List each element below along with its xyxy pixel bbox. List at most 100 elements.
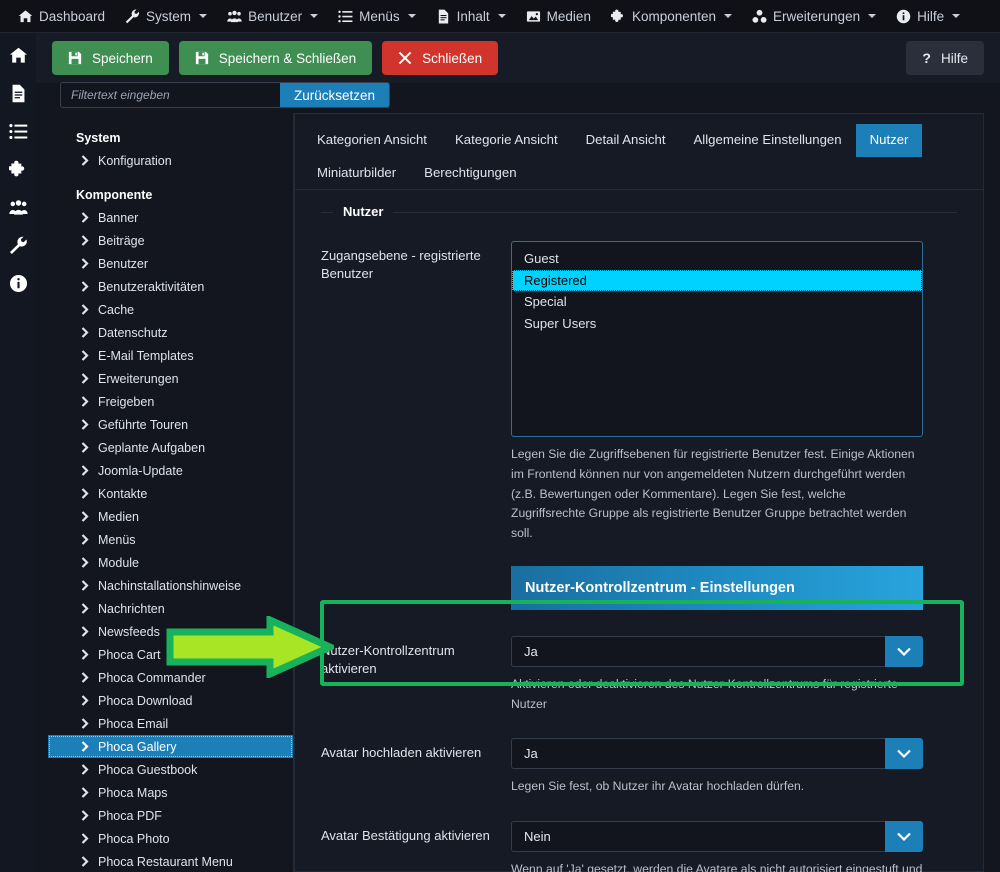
tree-item-label: Datenschutz — [98, 325, 168, 340]
select-value[interactable]: Ja — [511, 635, 885, 667]
chevron-down-icon[interactable] — [885, 635, 923, 667]
top-menu-item-hilfe[interactable]: Hilfe — [886, 0, 970, 33]
top-menu-item-erweiterungen[interactable]: Erweiterungen — [742, 0, 886, 33]
tree-item-phoca-maps[interactable]: Phoca Maps — [48, 781, 293, 804]
top-menu-item-benutzer[interactable]: Benutzer — [217, 0, 328, 33]
tree-item-label: Joomla-Update — [98, 463, 183, 478]
tree-item-benutzeraktivitaeten[interactable]: Benutzeraktivitäten — [48, 275, 293, 298]
tree-item-joomla-update[interactable]: Joomla-Update — [48, 459, 293, 482]
top-menu-item-system[interactable]: System — [115, 0, 217, 33]
tree-item-module[interactable]: Module — [48, 551, 293, 574]
chevron-down-icon — [199, 14, 208, 18]
tab-berechtigungen[interactable]: Berechtigungen — [410, 157, 530, 190]
tree-item-label: Phoca Email — [98, 716, 169, 731]
section-divider: Nutzer — [321, 204, 957, 220]
save-and-close-button[interactable]: Speichern & Schließen — [178, 41, 373, 75]
tree-item-phoca-email[interactable]: Phoca Email — [48, 712, 293, 735]
tab-kategorien-ansicht[interactable]: Kategorien Ansicht — [303, 124, 441, 157]
help-button[interactable]: ? Hilfe — [906, 41, 984, 75]
listbox-option-selected[interactable]: Registered — [512, 269, 922, 292]
avatar-upload-select[interactable]: Ja — [511, 738, 923, 770]
select-value[interactable]: Nein — [511, 821, 885, 853]
top-menu-item-medien[interactable]: Medien — [516, 0, 601, 33]
tree-item-phoca-gallery[interactable]: Phoca Gallery — [48, 735, 293, 758]
extensions-icon — [752, 9, 767, 24]
tree-item-beitraege[interactable]: Beiträge — [48, 229, 293, 252]
tree-item-newsfeeds[interactable]: Newsfeeds — [48, 620, 293, 643]
rail-menus-button[interactable] — [6, 119, 30, 143]
chevron-down-icon — [310, 14, 319, 18]
listbox-option[interactable]: Super Users — [512, 313, 922, 335]
tree-item-nachinstallationshinweise[interactable]: Nachinstallationshinweise — [48, 574, 293, 597]
tree-item-phoca-commander[interactable]: Phoca Commander — [48, 666, 293, 689]
top-menu-item-dashboard[interactable]: Dashboard — [8, 0, 115, 33]
rail-components-button[interactable] — [6, 157, 30, 181]
rail-help-button[interactable] — [6, 271, 30, 295]
chevron-right-icon — [81, 810, 89, 821]
avatar-approve-select[interactable]: Nein — [511, 821, 923, 853]
tree-item-phoca-guestbook[interactable]: Phoca Guestbook — [48, 758, 293, 781]
tree-item-phoca-photo[interactable]: Phoca Photo — [48, 827, 293, 850]
tree-item-label: Phoca Guestbook — [98, 762, 198, 777]
tree-item-menues[interactable]: Menüs — [48, 528, 293, 551]
filter-input[interactable] — [61, 83, 280, 107]
tree-item-nachrichten[interactable]: Nachrichten — [48, 597, 293, 620]
tree-item-geplante-aufgaben[interactable]: Geplante Aufgaben — [48, 436, 293, 459]
chevron-right-icon — [81, 465, 89, 476]
rail-system-button[interactable] — [6, 233, 30, 257]
tree-item-label: Kontakte — [98, 486, 148, 501]
chevron-right-icon — [81, 534, 89, 545]
tab-kategorie-ansicht[interactable]: Kategorie Ansicht — [441, 124, 572, 157]
action-toolbar: Speichern Speichern & Schließen Schließe… — [36, 33, 1000, 83]
top-menu-item-inhalt[interactable]: Inhalt — [426, 0, 516, 33]
listbox-option[interactable]: Special — [512, 291, 922, 313]
rail-content-button[interactable] — [6, 81, 30, 105]
rail-users-button[interactable] — [6, 195, 30, 219]
tree-item-phoca-restaurant-menu[interactable]: Phoca Restaurant Menu — [48, 850, 293, 872]
chevron-right-icon — [81, 155, 89, 166]
select-value[interactable]: Ja — [511, 738, 885, 770]
tree-item-phoca-download[interactable]: Phoca Download — [48, 689, 293, 712]
access-level-listbox[interactable]: Guest Registered Special Super Users — [511, 241, 923, 438]
tree-item-banner[interactable]: Banner — [48, 206, 293, 229]
chevron-down-icon[interactable] — [885, 821, 923, 853]
listbox-option[interactable]: Guest — [512, 248, 922, 270]
question-mark-icon: ? — [922, 50, 931, 66]
control-center-enable-select[interactable]: Ja — [511, 635, 923, 667]
rail-home-button[interactable] — [6, 43, 30, 67]
field-label: Avatar Bestätigung aktivieren — [321, 828, 490, 844]
filter-reset-button[interactable]: Zurücksetzen — [279, 83, 389, 107]
tree-item-datenschutz[interactable]: Datenschutz — [48, 321, 293, 344]
top-menu-label: System — [146, 8, 192, 24]
chevron-right-icon — [81, 212, 89, 223]
settings-tree-sidebar[interactable]: System Konfiguration Komponente Banner B… — [48, 113, 294, 872]
top-menu-item-komponenten[interactable]: Komponenten — [601, 0, 742, 33]
field-avatar-upload-enable: Avatar hochladen aktivieren Ja Legen Sie… — [321, 738, 957, 797]
tab-nutzer[interactable]: Nutzer — [855, 124, 923, 157]
chevron-down-icon[interactable] — [885, 738, 923, 770]
tab-miniaturbilder[interactable]: Miniaturbilder — [303, 157, 410, 190]
tab-detail-ansicht[interactable]: Detail Ansicht — [572, 124, 680, 157]
tree-item-gefuehrte-touren[interactable]: Geführte Touren — [48, 413, 293, 436]
top-menu-item-menus[interactable]: Menüs — [328, 0, 426, 33]
chevron-right-icon — [81, 557, 89, 568]
close-button[interactable]: Schließen — [382, 41, 499, 75]
tab-allgemeine-einstellungen[interactable]: Allgemeine Einstellungen — [680, 124, 856, 157]
tree-item-kontakte[interactable]: Kontakte — [48, 482, 293, 505]
tree-item-phoca-cart[interactable]: Phoca Cart — [48, 643, 293, 666]
save-button[interactable]: Speichern — [52, 41, 169, 75]
tree-item-label: Menüs — [98, 532, 136, 547]
tree-item-erweiterungen[interactable]: Erweiterungen — [48, 367, 293, 390]
tree-item-konfiguration[interactable]: Konfiguration — [48, 149, 293, 172]
tree-item-benutzer[interactable]: Benutzer — [48, 252, 293, 275]
tree-item-email-templates[interactable]: E-Mail Templates — [48, 344, 293, 367]
tree-item-phoca-pdf[interactable]: Phoca PDF — [48, 804, 293, 827]
tree-item-label: Erweiterungen — [98, 371, 179, 386]
tree-item-label: Phoca Restaurant Menu — [98, 854, 233, 869]
tree-item-freigeben[interactable]: Freigeben — [48, 390, 293, 413]
tree-item-label: Nachinstallationshinweise — [98, 578, 242, 593]
tree-item-medien[interactable]: Medien — [48, 505, 293, 528]
tree-item-cache[interactable]: Cache — [48, 298, 293, 321]
chevron-right-icon — [81, 350, 89, 361]
field-control-center-enable: Nutzer-Kontrollzentrum aktivieren Ja Akt… — [321, 635, 957, 715]
